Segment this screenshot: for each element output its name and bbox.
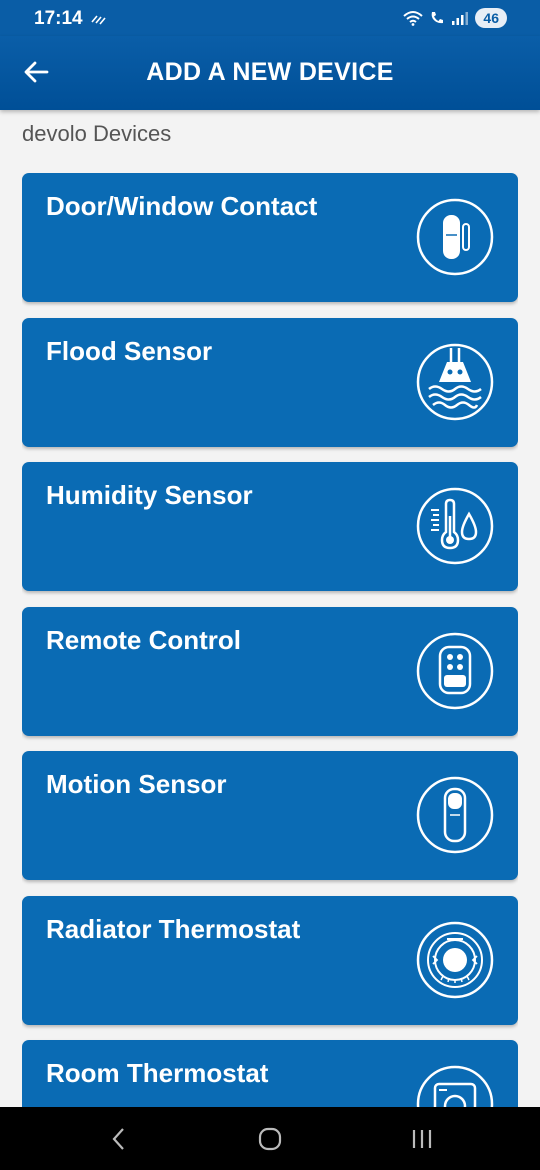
room-thermostat-icon	[416, 1065, 494, 1107]
device-name: Room Thermostat	[46, 1058, 269, 1088]
motion-sensor-icon	[416, 776, 494, 854]
signal-icon	[452, 12, 469, 25]
device-card-remote-control[interactable]: Remote Control	[22, 606, 518, 736]
status-time: 17:14	[34, 8, 83, 29]
nav-back-button[interactable]	[104, 1125, 134, 1153]
device-name: Radiator Thermostat	[46, 913, 301, 944]
remote-control-icon	[416, 632, 494, 709]
status-icons: 46	[403, 8, 507, 28]
section-label: devolo Devices	[22, 121, 172, 146]
system-nav-bar	[0, 1107, 540, 1170]
wifi-icon	[403, 11, 424, 26]
flood-sensor-icon	[416, 343, 494, 420]
status-bar: 17:14 46	[0, 0, 540, 36]
radiator-thermostat-icon	[416, 921, 494, 998]
page-title: ADD A NEW DEVICE	[146, 58, 394, 86]
device-card-motion-sensor[interactable]: Motion Sensor	[22, 751, 518, 880]
data-saver-icon	[91, 15, 106, 25]
device-name: Door/Window Contact	[46, 191, 318, 221]
device-name: Remote Control	[46, 624, 241, 655]
device-name: Flood Sensor	[46, 335, 213, 366]
humidity-sensor-icon	[416, 487, 494, 565]
device-card-room-thermostat[interactable]: Room Thermostat	[22, 1040, 518, 1107]
call-icon	[432, 12, 444, 24]
nav-home-button[interactable]	[255, 1125, 285, 1153]
device-list: Door/Window Contact Flood Sensor Humidit…	[22, 173, 518, 1107]
device-card-radiator-thermostat[interactable]: Radiator Thermostat	[22, 895, 518, 1025]
app-bar: ADD A NEW DEVICE	[0, 36, 540, 110]
device-card-door-window-contact[interactable]: Door/Window Contact	[22, 173, 518, 302]
device-card-humidity-sensor[interactable]: Humidity Sensor	[22, 462, 518, 591]
device-name: Humidity Sensor	[46, 480, 253, 510]
battery-level: 46	[475, 8, 507, 28]
device-card-flood-sensor[interactable]: Flood Sensor	[22, 317, 518, 447]
door-window-contact-icon	[416, 198, 494, 276]
nav-recents-button[interactable]	[407, 1125, 437, 1153]
device-name: Motion Sensor	[46, 769, 227, 799]
